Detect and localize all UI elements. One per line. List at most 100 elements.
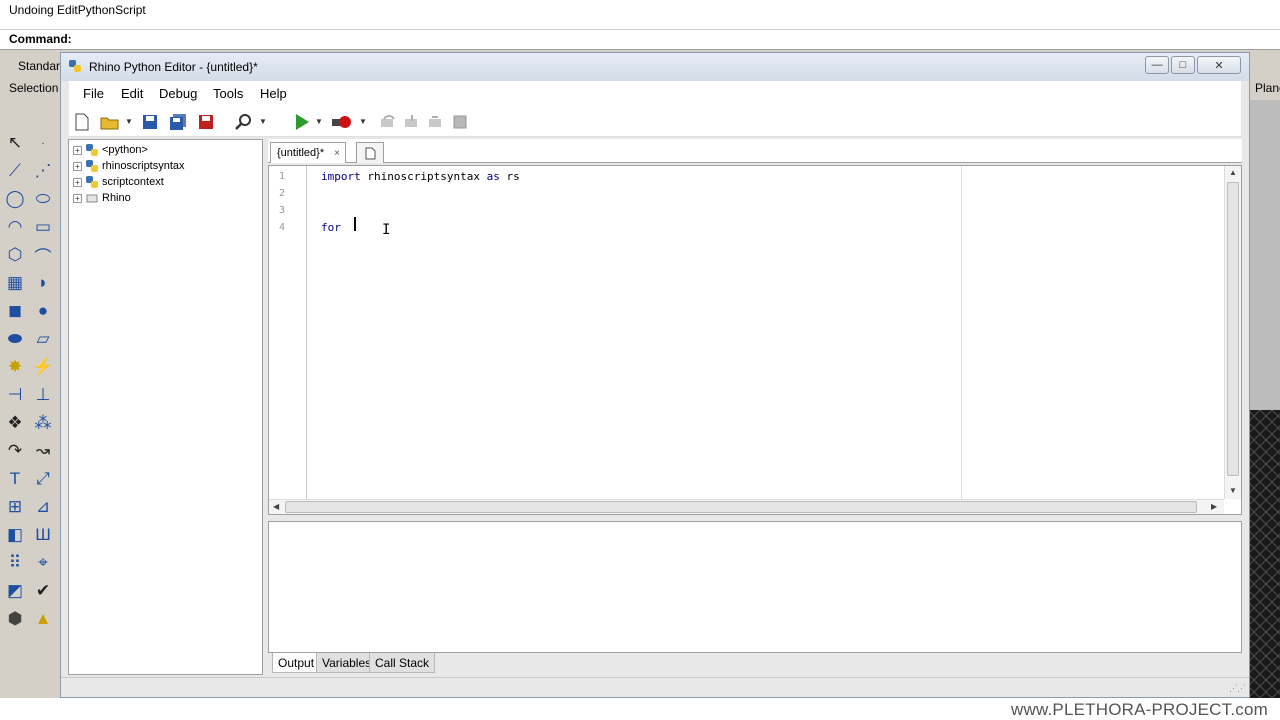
- menu-help[interactable]: Help: [260, 86, 287, 101]
- surface-curve-icon[interactable]: ◗: [32, 272, 54, 294]
- join-icon[interactable]: ⊥: [32, 384, 54, 406]
- ungroup-icon[interactable]: ⁂: [32, 412, 54, 434]
- expand-icon[interactable]: +: [73, 177, 82, 187]
- ellipse-icon[interactable]: ⬭: [32, 188, 54, 210]
- render-icon[interactable]: ◩: [4, 580, 26, 602]
- check-icon[interactable]: ✔: [32, 580, 54, 602]
- curve-points-icon[interactable]: ⋰: [32, 160, 54, 182]
- offset-icon[interactable]: ↷: [4, 440, 26, 462]
- sphere-icon[interactable]: ●: [32, 300, 54, 322]
- explode-icon[interactable]: ✸: [4, 356, 26, 378]
- code-rest: [341, 221, 348, 234]
- select-arrow-icon[interactable]: ↖: [4, 132, 26, 154]
- scroll-right-icon[interactable]: ▶: [1211, 502, 1217, 511]
- split-icon[interactable]: ⊣: [4, 384, 26, 406]
- toolbar-tab-plane[interactable]: Plane: [1255, 81, 1280, 95]
- arc-icon[interactable]: ◠: [4, 216, 26, 238]
- point-icon[interactable]: ·: [32, 132, 54, 154]
- tree-node-python[interactable]: + <python>: [73, 142, 148, 158]
- code-module: rhinoscriptsyntax: [360, 170, 487, 183]
- tab-untitled[interactable]: {untitled}* ×: [270, 142, 346, 163]
- polyline-icon[interactable]: ⟋: [4, 160, 26, 182]
- surface-points-icon[interactable]: ▦: [4, 272, 26, 294]
- dimension-icon[interactable]: ⊿: [32, 496, 54, 518]
- new-tab-button[interactable]: [356, 142, 384, 163]
- cylinder-icon[interactable]: ⬬: [4, 328, 26, 350]
- command-line[interactable]: Command:: [0, 30, 1280, 50]
- expand-icon[interactable]: +: [73, 193, 82, 203]
- stop-icon: [449, 111, 471, 133]
- maximize-button[interactable]: □: [1171, 56, 1195, 74]
- search-dropdown-icon[interactable]: ▼: [259, 117, 267, 126]
- toolbar-tab-selection[interactable]: Selection: [9, 81, 58, 95]
- new-file-icon[interactable]: [71, 111, 93, 133]
- box-icon[interactable]: ◼: [4, 300, 26, 322]
- solid-box-icon[interactable]: ◧: [4, 524, 26, 546]
- tab-variables[interactable]: Variables: [316, 653, 378, 673]
- script-tab-bar: {untitled}* ×: [268, 139, 1242, 163]
- vertical-scrollbar[interactable]: ▲ ▼: [1224, 166, 1241, 499]
- close-button[interactable]: ✕: [1197, 56, 1241, 74]
- tab-label: {untitled}*: [277, 147, 325, 159]
- blend-icon[interactable]: ↝: [32, 440, 54, 462]
- array-icon[interactable]: ⊞: [4, 496, 26, 518]
- horizontal-scroll-thumb[interactable]: [285, 501, 1197, 513]
- edge-guide-line: [961, 166, 962, 499]
- run-dropdown-icon[interactable]: ▼: [315, 117, 323, 126]
- debug-dropdown-icon[interactable]: ▼: [359, 117, 367, 126]
- scale-icon[interactable]: ⤢: [32, 468, 54, 490]
- vertical-scroll-thumb[interactable]: [1227, 182, 1239, 476]
- minimize-button[interactable]: —: [1145, 56, 1169, 74]
- grid-icon[interactable]: ⠿: [4, 552, 26, 574]
- trim-icon[interactable]: ⚡: [32, 356, 54, 378]
- circle-icon[interactable]: ◯: [4, 188, 26, 210]
- tree-node-rhino[interactable]: + Rhino: [73, 190, 131, 206]
- polygon-icon[interactable]: ⬡: [4, 244, 26, 266]
- namespace-icon: [86, 194, 98, 203]
- fillet-icon[interactable]: ⌒: [32, 244, 54, 267]
- menu-debug[interactable]: Debug: [159, 86, 197, 101]
- step-into-icon: [401, 111, 423, 133]
- menu-tools[interactable]: Tools: [213, 86, 243, 101]
- code-line-4[interactable]: for: [321, 221, 348, 234]
- tab-close-icon[interactable]: ×: [334, 148, 340, 159]
- text-icon[interactable]: T: [4, 468, 26, 490]
- tab-output[interactable]: Output: [272, 653, 321, 673]
- mesh-surface-icon[interactable]: ▱: [32, 328, 54, 350]
- output-panel[interactable]: [268, 521, 1242, 653]
- save-icon[interactable]: [139, 111, 161, 133]
- tab-call-stack[interactable]: Call Stack: [369, 653, 436, 673]
- code-alias: rs: [499, 170, 520, 183]
- light-icon[interactable]: ▲: [32, 608, 54, 630]
- menu-edit[interactable]: Edit: [121, 86, 143, 101]
- snap-icon[interactable]: ⌖: [32, 552, 54, 574]
- save-all-icon[interactable]: [167, 111, 189, 133]
- resize-grip-icon[interactable]: ⋰⋰: [1229, 683, 1246, 694]
- code-line-1[interactable]: import rhinoscriptsyntax as rs: [321, 170, 520, 183]
- line-number: 2: [279, 188, 286, 199]
- tree-node-rhinoscriptsyntax[interactable]: + rhinoscriptsyntax: [73, 158, 185, 174]
- run-icon[interactable]: [291, 111, 313, 133]
- scroll-left-icon[interactable]: ◀: [273, 502, 279, 511]
- tree-node-scriptcontext[interactable]: + scriptcontext: [73, 174, 164, 190]
- title-bar[interactable]: Rhino Python Editor - {untitled}* — □ ✕: [61, 53, 1249, 81]
- expand-icon[interactable]: +: [73, 145, 82, 155]
- expand-icon[interactable]: +: [73, 161, 82, 171]
- save-as-icon[interactable]: [195, 111, 217, 133]
- scroll-down-icon[interactable]: ▼: [1229, 486, 1237, 495]
- analyze-icon[interactable]: ⬢: [4, 608, 26, 630]
- output-tab-bar: Output Variables Call Stack: [268, 653, 1242, 675]
- search-icon[interactable]: [233, 111, 255, 133]
- code-editor[interactable]: 1 2 3 4 import rhinoscriptsyntax as rs f…: [268, 165, 1242, 515]
- object-tree-panel: + <python> + rhinoscriptsyntax + scriptc…: [68, 139, 263, 675]
- debug-record-icon[interactable]: [331, 111, 353, 133]
- comb-icon[interactable]: Ш: [32, 524, 54, 546]
- open-folder-icon[interactable]: [99, 111, 121, 133]
- rectangle-icon[interactable]: ▭: [32, 216, 54, 238]
- horizontal-scrollbar[interactable]: ◀ ▶: [269, 499, 1224, 514]
- group-icon[interactable]: ❖: [4, 412, 26, 434]
- command-label: Command:: [9, 32, 72, 46]
- menu-file[interactable]: File: [83, 86, 104, 101]
- scroll-up-icon[interactable]: ▲: [1229, 168, 1237, 177]
- open-dropdown-icon[interactable]: ▼: [125, 117, 133, 126]
